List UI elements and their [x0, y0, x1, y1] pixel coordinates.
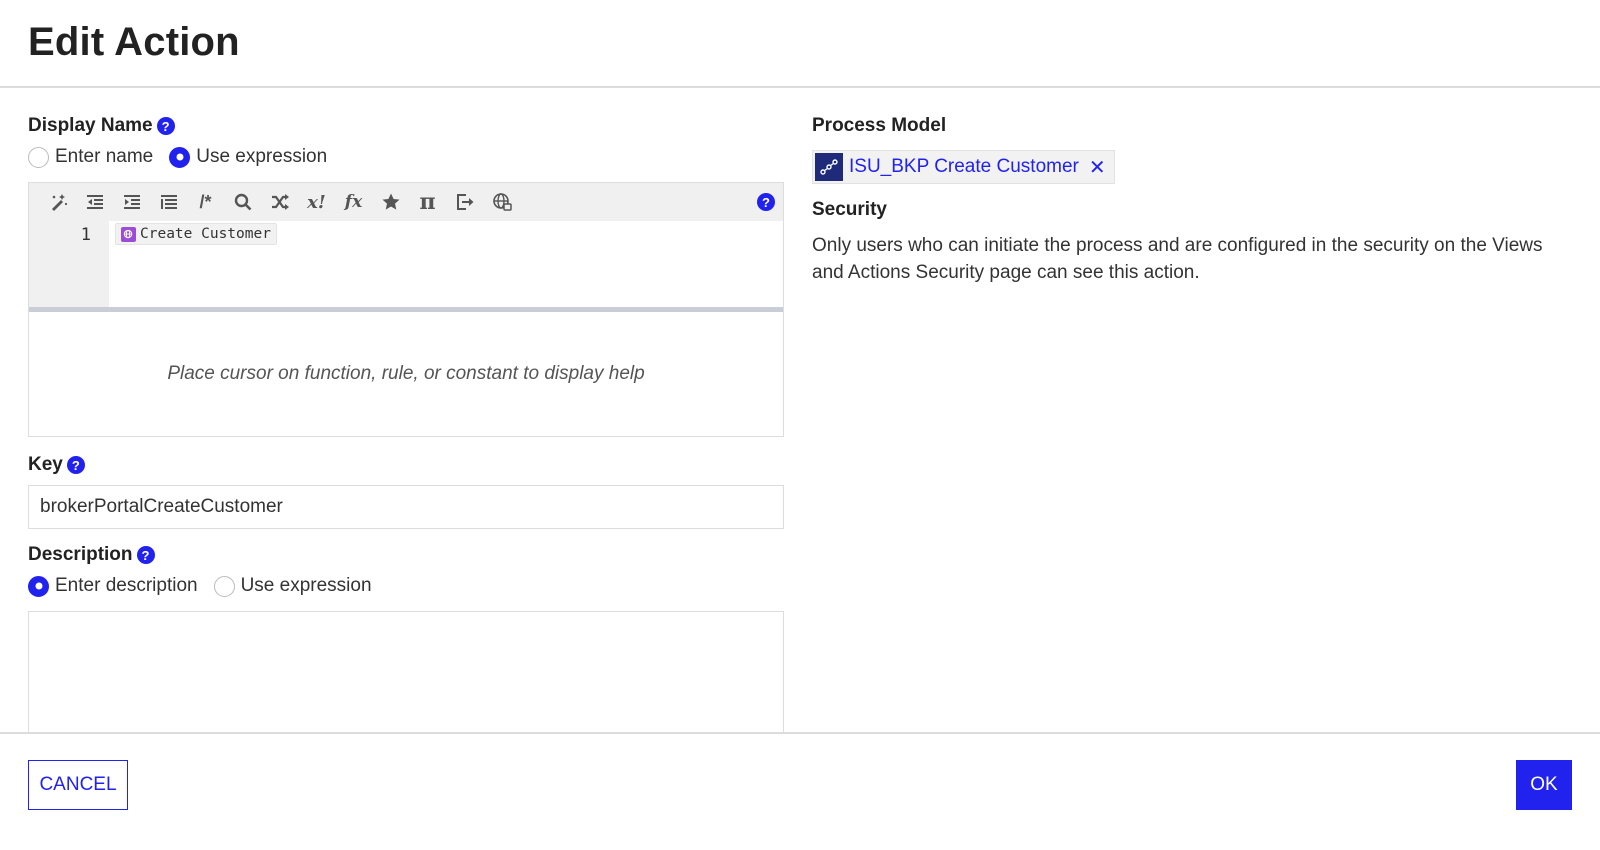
description-mode: Enter description Use expression: [28, 575, 784, 597]
export-icon[interactable]: [446, 187, 483, 217]
line-number: 1: [29, 221, 109, 307]
ok-button[interactable]: OK: [1516, 760, 1572, 810]
editor-toolbar: /* x! fx π ?: [29, 183, 783, 221]
radio-label: Use expression: [240, 575, 372, 596]
process-model-chip: ISU_BKP Create Customer ✕: [812, 150, 1115, 184]
display-name-field: Display Name ? Enter name Use expression: [28, 114, 784, 437]
process-model-label-text: Process Model: [812, 115, 947, 136]
expression-editor: /* x! fx π ? 1 Create Customer Place cur…: [28, 182, 784, 437]
dialog-header: Edit Action: [0, 0, 1600, 88]
code-area: 1 Create Customer: [29, 221, 783, 307]
dialog-title: Edit Action: [28, 20, 240, 64]
dialog-body: Display Name ? Enter name Use expression: [0, 90, 1600, 732]
question-circle-icon[interactable]: ?: [66, 456, 85, 474]
shuffle-icon[interactable]: [261, 187, 298, 217]
description-field: Description ? Enter description Use expr…: [28, 543, 784, 732]
translation-icon: [121, 226, 136, 242]
code-token[interactable]: Create Customer: [115, 223, 277, 245]
key-label: Key ?: [28, 453, 784, 477]
question-circle-icon[interactable]: ?: [757, 193, 775, 211]
comment-icon[interactable]: /*: [187, 187, 224, 217]
question-circle-icon[interactable]: ?: [156, 117, 175, 135]
display-name-mode: Enter name Use expression: [28, 146, 784, 168]
radio-button[interactable]: [169, 146, 191, 168]
search-icon[interactable]: [224, 187, 261, 217]
close-icon[interactable]: ✕: [1089, 155, 1106, 180]
key-input[interactable]: brokerPortalCreateCustomer: [28, 485, 784, 529]
radio-label: Enter name: [55, 146, 154, 167]
globe-icon[interactable]: [483, 187, 520, 217]
outdent-icon[interactable]: [76, 187, 113, 217]
pi-icon[interactable]: π: [409, 187, 446, 217]
radio-enter-name[interactable]: Enter name: [28, 146, 153, 168]
display-name-label: Display Name ?: [28, 114, 784, 138]
key-field: Key ? brokerPortalCreateCustomer: [28, 453, 784, 529]
function-icon[interactable]: fx: [335, 187, 372, 217]
token-text: Create Customer: [140, 226, 271, 242]
display-name-label-text: Display Name: [28, 115, 153, 136]
security-label: Security: [812, 198, 1572, 222]
description-label: Description ?: [28, 543, 784, 567]
function-help-pane: Place cursor on function, rule, or const…: [167, 363, 645, 384]
right-column: Process Model ISU_BKP Create Customer ✕ …: [812, 90, 1572, 286]
key-label-text: Key: [28, 454, 63, 475]
radio-use-expression[interactable]: Use expression: [169, 146, 327, 168]
variable-icon[interactable]: x!: [298, 187, 335, 217]
process-model-link[interactable]: ISU_BKP Create Customer: [849, 156, 1079, 178]
left-column: Display Name ? Enter name Use expression: [28, 90, 784, 732]
format-wand-icon[interactable]: [39, 187, 76, 217]
radio-button[interactable]: [213, 575, 235, 597]
code-input[interactable]: Create Customer: [109, 221, 783, 307]
radio-label: Use expression: [196, 146, 328, 167]
indent-icon[interactable]: [113, 187, 150, 217]
question-circle-icon[interactable]: ?: [136, 546, 155, 564]
dialog-footer: CANCEL OK: [0, 732, 1600, 850]
process-model-label: Process Model: [812, 114, 1572, 138]
security-description: Only users who can initiate the process …: [812, 235, 1543, 283]
star-icon[interactable]: [372, 187, 409, 217]
radio-enter-description[interactable]: Enter description: [28, 575, 198, 597]
description-textarea[interactable]: [28, 611, 784, 732]
process-model-icon: [815, 153, 843, 181]
cancel-button[interactable]: CANCEL: [28, 760, 128, 810]
description-label-text: Description: [28, 544, 133, 565]
list-icon[interactable]: [150, 187, 187, 217]
radio-button[interactable]: [28, 575, 49, 597]
radio-label: Enter description: [55, 575, 198, 596]
security-label-text: Security: [812, 199, 887, 220]
radio-button[interactable]: [28, 146, 49, 168]
radio-use-expression[interactable]: Use expression: [213, 575, 372, 597]
